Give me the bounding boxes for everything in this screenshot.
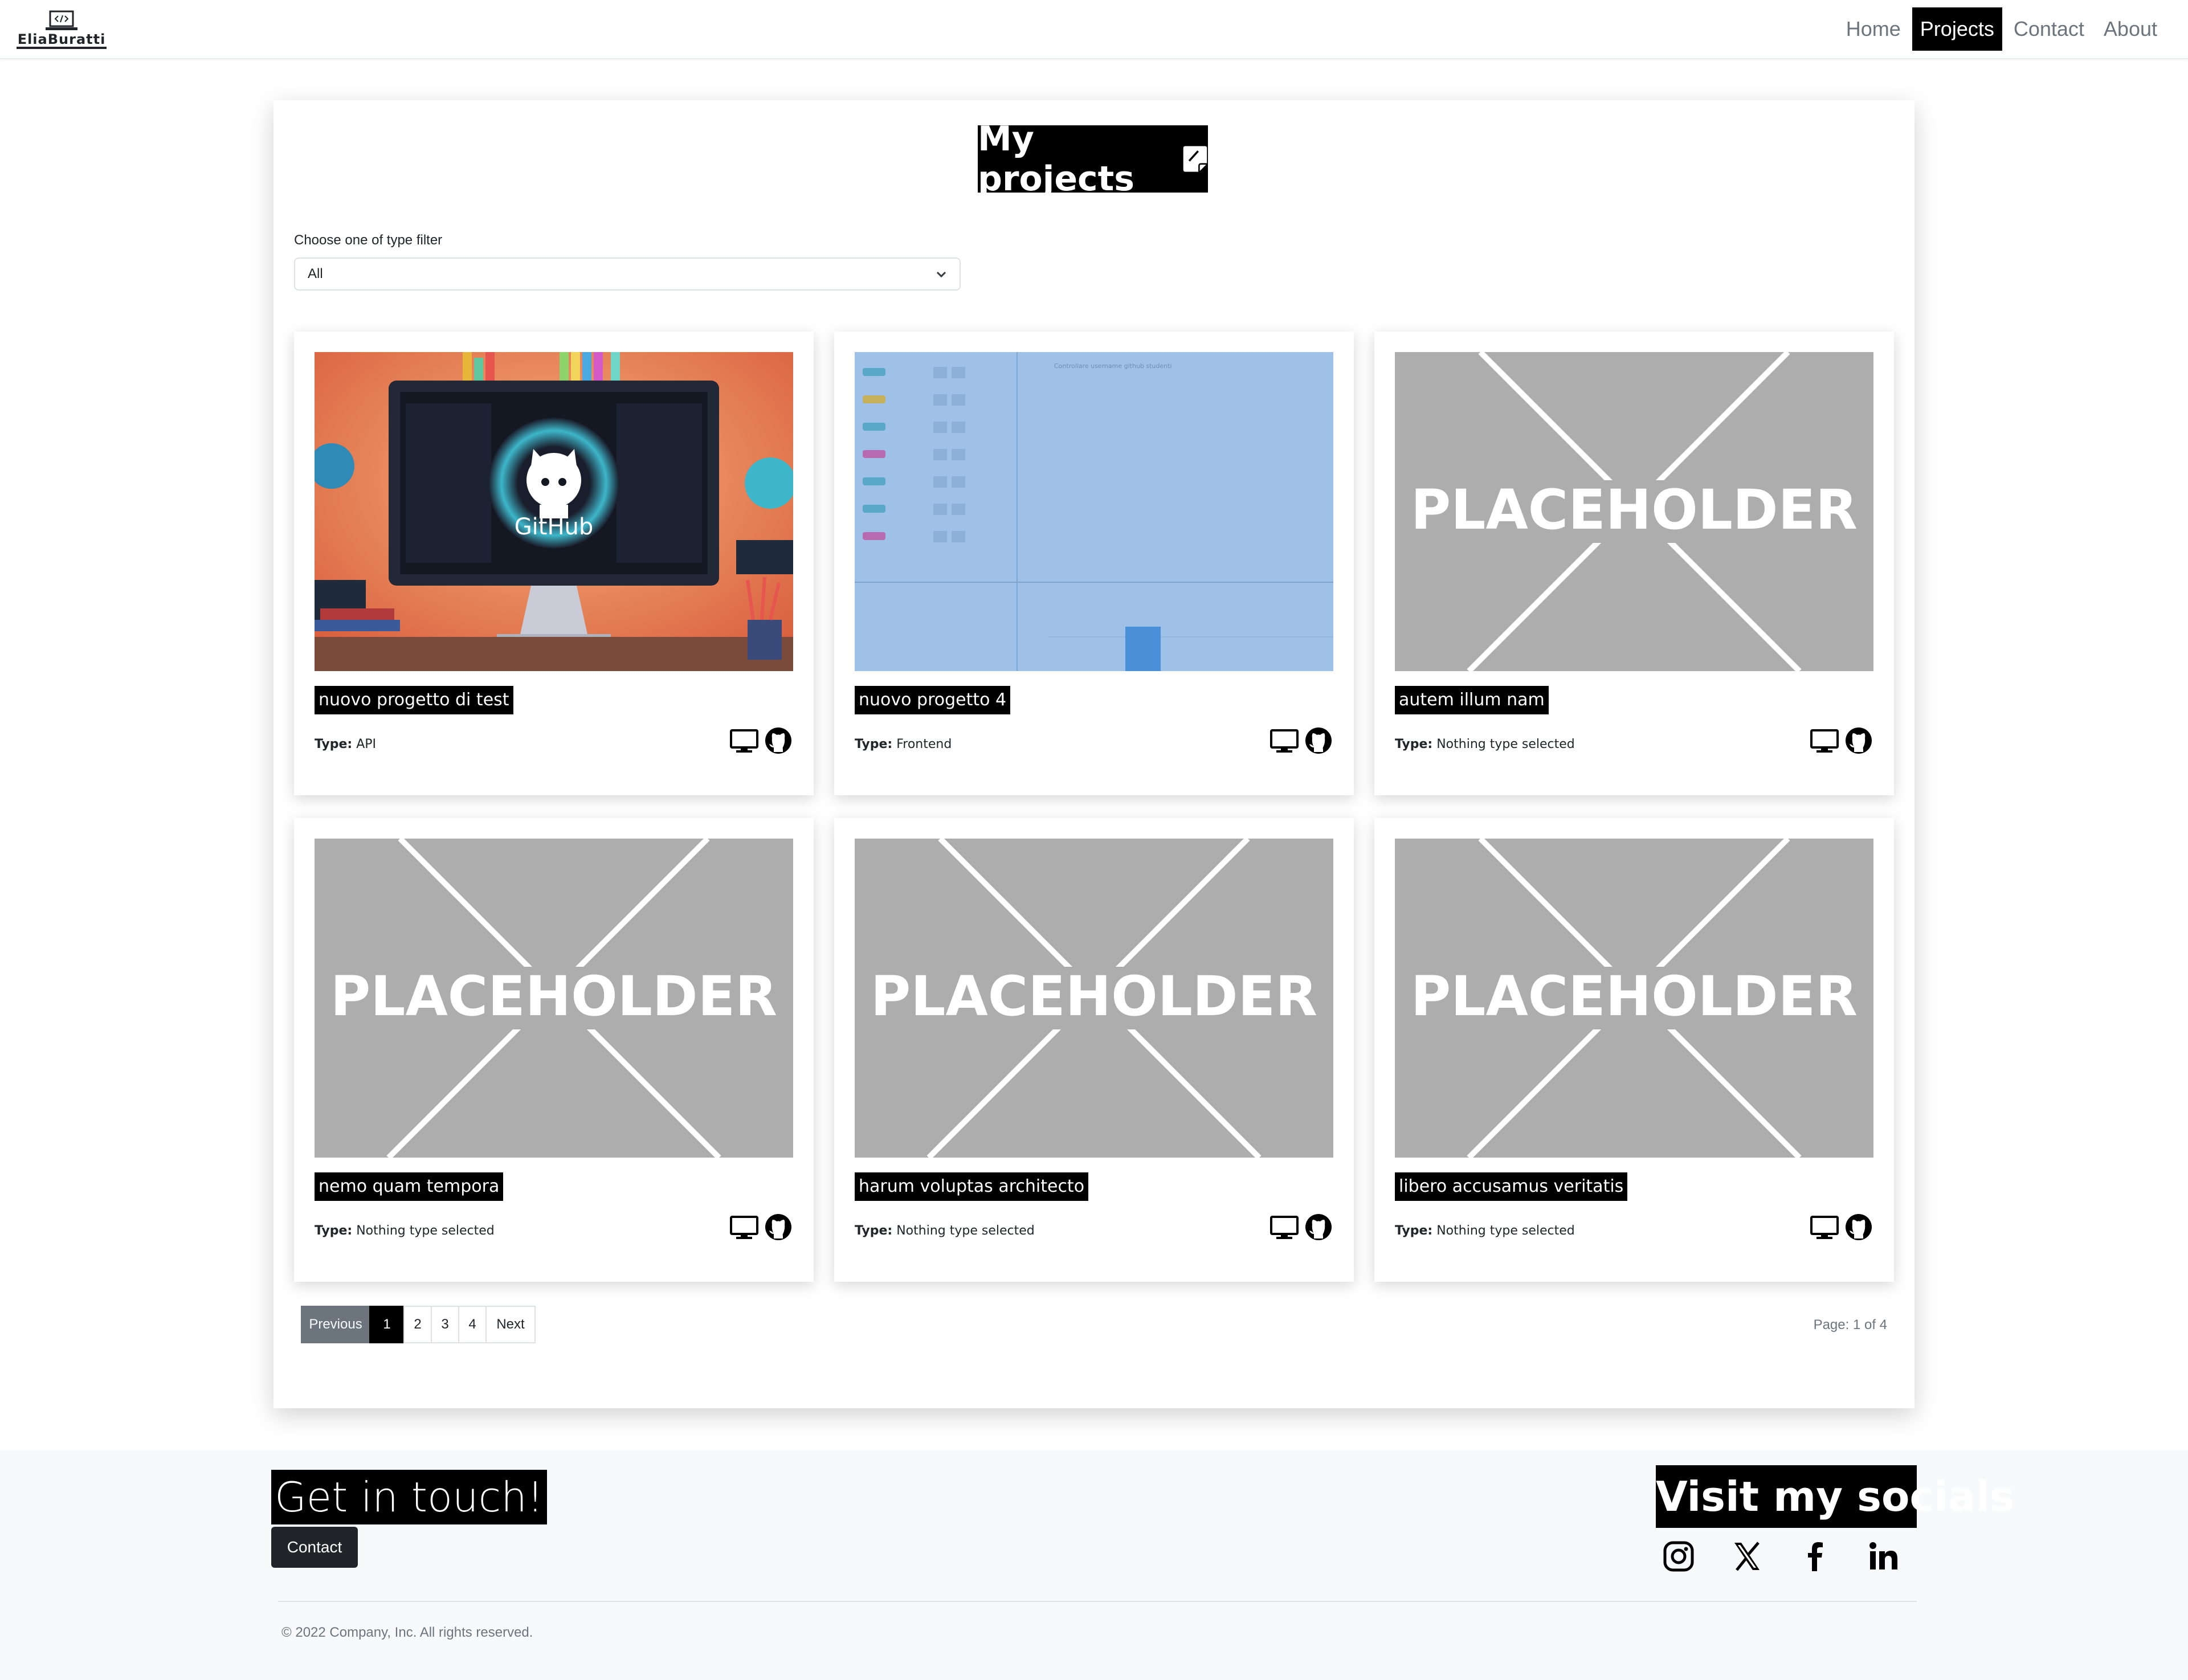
- placeholder-text: PLACEHOLDER: [871, 964, 1317, 1028]
- navbar: EliaBuratti Home Projects Contact About: [0, 0, 2188, 59]
- dashboard-caption: Controllare username github studenti: [1054, 362, 1171, 370]
- project-type: Type: Frontend: [855, 737, 952, 751]
- page-title: My projects: [978, 119, 1208, 199]
- project-card[interactable]: PLACEHOLDER libero accusamus veritatis T…: [1374, 818, 1894, 1282]
- socials-heading: Visit my socials: [1656, 1465, 2014, 1528]
- project-links: [1269, 726, 1333, 755]
- project-links: [1810, 1212, 1873, 1242]
- pagination-page-2[interactable]: 2: [403, 1306, 432, 1343]
- project-card[interactable]: GitHub nuovo progetto di test Type: API: [294, 332, 814, 795]
- social-links: [1662, 1539, 1901, 1573]
- placeholder-text: PLACEHOLDER: [1411, 964, 1858, 1028]
- chevron-down-icon: [936, 271, 946, 278]
- linkedin-icon[interactable]: [1867, 1539, 1901, 1573]
- nav-home[interactable]: Home: [1838, 7, 1909, 51]
- project-links: [1810, 726, 1873, 755]
- pagination-previous[interactable]: Previous: [301, 1306, 370, 1343]
- project-image-github: GitHub: [315, 352, 793, 671]
- facebook-icon[interactable]: [1798, 1539, 1832, 1573]
- project-type: Type: Nothing type selected: [855, 1224, 1035, 1238]
- monitor-icon[interactable]: [1810, 1212, 1839, 1242]
- type-filter-select[interactable]: All: [294, 257, 961, 291]
- monitor-icon[interactable]: [1810, 726, 1839, 755]
- project-links: [1269, 1212, 1333, 1242]
- copyright: © 2022 Company, Inc. All rights reserved…: [281, 1625, 533, 1640]
- placeholder-text: PLACEHOLDER: [1411, 478, 1858, 542]
- project-type: Type: Nothing type selected: [1395, 737, 1575, 751]
- project-title: nuovo progetto di test: [315, 686, 513, 714]
- pagination: Previous 1 2 3 4 Next: [301, 1306, 536, 1343]
- site-logo[interactable]: EliaBuratti: [9, 10, 114, 49]
- filter-selected-value: All: [308, 266, 323, 281]
- project-image-dashboard: Controllare username github studenti: [855, 352, 1333, 671]
- laptop-code-icon: [46, 10, 77, 30]
- github-icon[interactable]: [764, 1212, 793, 1242]
- nav-about[interactable]: About: [2096, 7, 2165, 51]
- sticky-note-icon: [1183, 146, 1207, 172]
- project-card[interactable]: Controllare username github studenti nuo…: [834, 332, 1354, 795]
- monitor-icon[interactable]: [1269, 1212, 1299, 1242]
- get-in-touch-heading: Get in touch!: [271, 1470, 547, 1524]
- nav-links: Home Projects Contact About: [1838, 7, 2165, 51]
- project-title: nemo quam tempora: [315, 1172, 504, 1201]
- placeholder-text: PLACEHOLDER: [330, 964, 777, 1028]
- pagination-page-1[interactable]: 1: [369, 1306, 405, 1343]
- x-icon[interactable]: [1730, 1539, 1764, 1573]
- project-image-placeholder: PLACEHOLDER: [1395, 839, 1873, 1158]
- project-image-placeholder: PLACEHOLDER: [315, 839, 793, 1158]
- project-card[interactable]: PLACEHOLDER nemo quam tempora Type: Noth…: [294, 818, 814, 1282]
- project-type: Type: API: [315, 737, 377, 751]
- page-title-text: My projects: [978, 119, 1134, 199]
- project-type: Type: Nothing type selected: [315, 1224, 495, 1238]
- monitor-icon[interactable]: [729, 1212, 759, 1242]
- project-card[interactable]: PLACEHOLDER autem illum nam Type: Nothin…: [1374, 332, 1894, 795]
- nav-contact[interactable]: Contact: [2006, 7, 2092, 51]
- github-icon[interactable]: [764, 726, 793, 755]
- footer-divider: [278, 1601, 1917, 1602]
- github-icon[interactable]: [1844, 726, 1873, 755]
- filter-label: Choose one of type filter: [294, 232, 443, 248]
- project-card[interactable]: PLACEHOLDER harum voluptas architecto Ty…: [834, 818, 1354, 1282]
- github-icon[interactable]: [1844, 1212, 1873, 1242]
- project-image-placeholder: PLACEHOLDER: [1395, 352, 1873, 671]
- page-info: Page: 1 of 4: [1813, 1317, 1887, 1332]
- github-icon[interactable]: [1304, 726, 1333, 755]
- monitor-icon[interactable]: [1269, 726, 1299, 755]
- nav-projects[interactable]: Projects: [1912, 7, 2002, 51]
- logo-text: EliaBuratti: [16, 32, 107, 49]
- project-title: nuovo progetto 4: [855, 686, 1011, 714]
- github-image-text: GitHub: [515, 514, 594, 540]
- monitor-icon[interactable]: [729, 726, 759, 755]
- pagination-page-3[interactable]: 3: [431, 1306, 459, 1343]
- pagination-page-4[interactable]: 4: [458, 1306, 487, 1343]
- projects-panel: My projects Choose one of type filter Al…: [274, 100, 1914, 1408]
- footer: Get in touch! Contact Visit my socials ©…: [0, 1450, 2188, 1680]
- github-icon[interactable]: [1304, 1212, 1333, 1242]
- project-title: harum voluptas architecto: [855, 1172, 1089, 1201]
- contact-button[interactable]: Contact: [271, 1527, 358, 1568]
- project-image-placeholder: PLACEHOLDER: [855, 839, 1333, 1158]
- project-links: [729, 1212, 793, 1242]
- project-title: libero accusamus veritatis: [1395, 1172, 1628, 1201]
- pagination-next[interactable]: Next: [485, 1306, 536, 1343]
- project-links: [729, 726, 793, 755]
- instagram-icon[interactable]: [1662, 1539, 1696, 1573]
- project-title: autem illum nam: [1395, 686, 1549, 714]
- project-type: Type: Nothing type selected: [1395, 1224, 1575, 1238]
